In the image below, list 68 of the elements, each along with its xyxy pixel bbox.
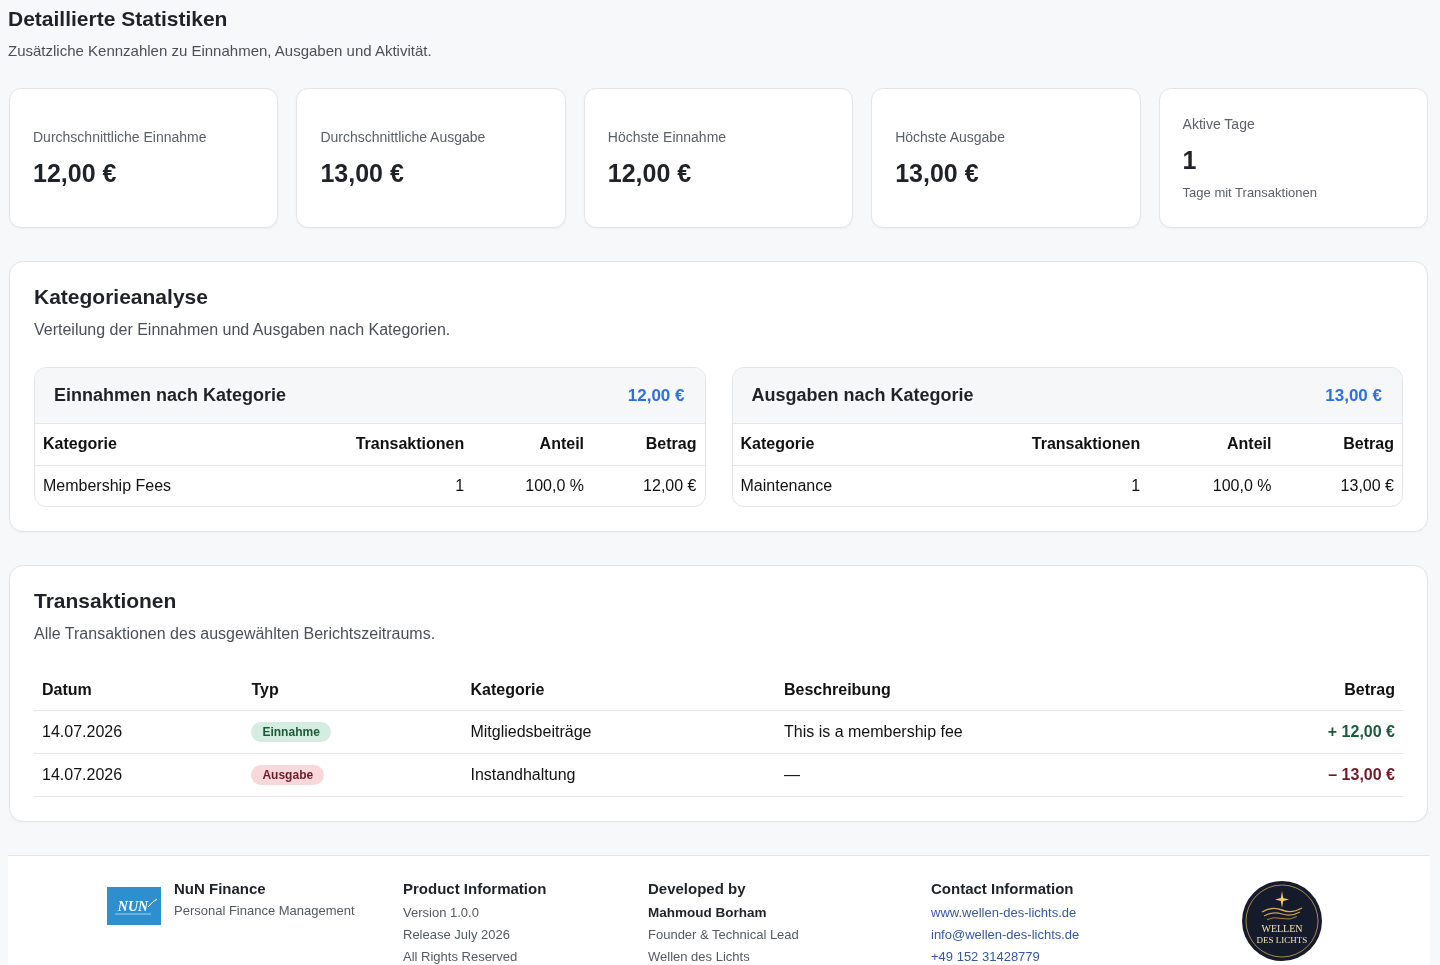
footer-heading: Developed by xyxy=(648,879,746,899)
footer-link[interactable]: www.wellen-des-lichts.de xyxy=(931,902,1077,924)
footer-text: Version 1.0.0 xyxy=(403,904,479,922)
table-cell: Maintenance xyxy=(732,465,981,506)
table-cell: Mitgliedsbeiträge xyxy=(462,710,776,754)
footer-heading: Product Information xyxy=(403,879,547,899)
footer-text: Wellen des Lichts xyxy=(648,948,750,965)
footer-link[interactable]: info@wellen-des-lichts.de xyxy=(931,924,1080,946)
column-header: Betrag xyxy=(592,424,705,465)
column-header: Kategorie xyxy=(35,424,345,465)
footer-text: Founder & Technical Lead xyxy=(648,926,799,944)
footer-text: Release July 2026 xyxy=(403,926,510,944)
table-cell: Instandhaltung xyxy=(462,753,776,797)
table-cell: 100,0 % xyxy=(472,465,593,506)
column-header: Beschreibung xyxy=(776,670,1216,711)
column-header: Betrag xyxy=(1279,424,1402,465)
partner-logo: WELLEN DES LICHTS xyxy=(1242,881,1322,961)
section-subtitle: Alle Transaktionen des ausgewählten Berichtszeitraums. xyxy=(34,624,437,644)
type-badge: Einnahme xyxy=(251,722,331,742)
column-header: Anteil xyxy=(1148,424,1280,465)
stat-value: 13,00 € xyxy=(895,158,980,188)
stat-label: Höchste Ausgabe xyxy=(895,128,1006,146)
column-header: Kategorie xyxy=(462,670,776,711)
type-badge: Ausgabe xyxy=(251,765,325,785)
column-header: Typ xyxy=(243,670,463,711)
table-cell: This is a membership fee xyxy=(776,710,1216,754)
footer-link[interactable]: +49 152 31428779 xyxy=(931,946,1040,965)
table-cell: 1 xyxy=(980,465,1149,506)
total-amount: 13,00 € xyxy=(1325,385,1382,406)
footer-text: All Rights Reserved xyxy=(403,948,518,965)
column-header: Transaktionen xyxy=(980,424,1149,465)
card-title: Ausgaben nach Kategorie xyxy=(751,385,974,406)
column-header: Kategorie xyxy=(732,424,981,465)
stat-value: 13,00 € xyxy=(320,158,405,188)
brand-tagline: Personal Finance Management xyxy=(174,902,355,920)
brand-logo: NUN xyxy=(107,887,161,925)
column-header: Transaktionen xyxy=(345,424,473,465)
section-title: Transaktionen xyxy=(34,588,178,614)
page-title: Detaillierte Statistiken xyxy=(8,6,229,32)
footer-heading: Contact Information xyxy=(931,879,1074,899)
brand-name: NuN Finance xyxy=(174,879,267,899)
table-cell: 13,00 € xyxy=(1279,465,1402,506)
stat-label: Durchschnittliche Einnahme xyxy=(33,128,208,146)
stat-label: Durchschnittliche Ausgabe xyxy=(320,128,487,146)
stat-value: 1 xyxy=(1182,144,1198,175)
table-cell: 100,0 % xyxy=(1148,465,1280,506)
page-subtitle: Zusätzliche Kennzahlen zu Einnahmen, Ausgaben und Aktivität. xyxy=(8,42,433,60)
stat-label: Höchste Einnahme xyxy=(607,128,728,146)
amount-cell: + 12,00 € xyxy=(1215,710,1403,754)
table-cell: Membership Fees xyxy=(35,465,345,506)
section-subtitle: Verteilung der Einnahmen und Ausgaben nach Kategorien. xyxy=(34,320,452,340)
card-title: Einnahmen nach Kategorie xyxy=(54,385,287,406)
stat-value: 12,00 € xyxy=(33,158,118,188)
column-header: Datum xyxy=(34,670,244,711)
total-amount: 12,00 € xyxy=(627,385,685,406)
stat-value: 12,00 € xyxy=(607,158,693,188)
table-cell: 14.07.2026 xyxy=(34,753,244,797)
section-title: Kategorieanalyse xyxy=(34,284,209,310)
stat-label: Aktive Tage xyxy=(1182,114,1256,133)
footer-name: Mahmoud Borham xyxy=(648,904,767,922)
column-header: Anteil xyxy=(472,424,593,465)
stat-note: Tage mit Transaktionen xyxy=(1182,183,1318,202)
table-cell: — xyxy=(776,753,1216,797)
table-cell: 12,00 € xyxy=(592,465,705,506)
table-cell: 1 xyxy=(345,465,473,506)
column-header: Betrag xyxy=(1215,670,1403,711)
table-cell: 14.07.2026 xyxy=(34,710,244,754)
amount-cell: – 13,00 € xyxy=(1215,753,1403,797)
